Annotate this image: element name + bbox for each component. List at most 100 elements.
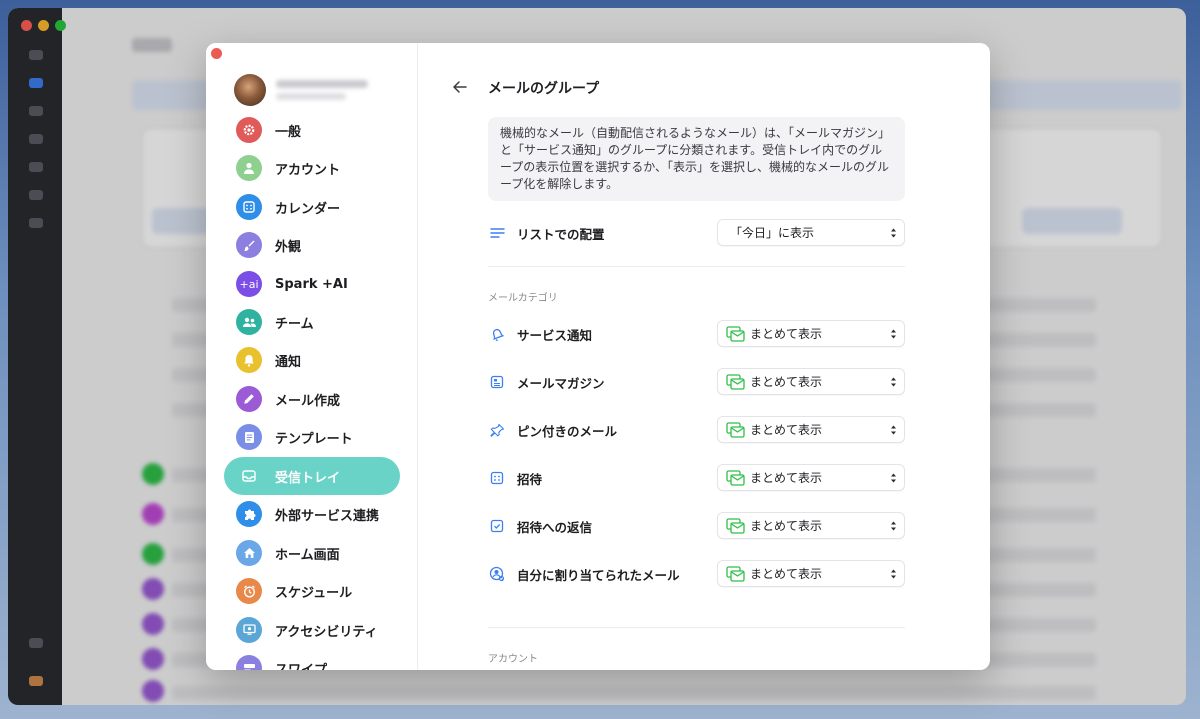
- puzzle-icon: [236, 501, 262, 527]
- row-label: サービス通知: [517, 327, 593, 343]
- select-value: まとめて表示: [750, 423, 823, 437]
- sidebar-item-swipe[interactable]: スワイプ: [224, 649, 400, 670]
- sidebar-item-compose[interactable]: メール作成: [224, 380, 400, 418]
- invitation-replies-select[interactable]: まとめて表示: [717, 512, 905, 539]
- sidebar-item-schedule[interactable]: スケジュール: [224, 572, 400, 610]
- assigned-icon: [488, 565, 506, 583]
- select-value: まとめて表示: [750, 327, 823, 341]
- grouped-mail-icon: [726, 565, 745, 582]
- sidebar-item-label: Spark +AI: [275, 276, 348, 292]
- chevron-updown-icon: [891, 425, 896, 435]
- bell-outline-icon: [488, 325, 506, 343]
- sidebar-item-integrations[interactable]: 外部サービス連携: [224, 495, 400, 533]
- sidebar-item-inbox[interactable]: 受信トレイ: [224, 457, 400, 495]
- select-value: まとめて表示: [750, 519, 823, 533]
- calendar-icon: [488, 469, 506, 487]
- sidebar-item-label: スケジュール: [275, 585, 353, 601]
- inbox-settings-panel: メールのグループ 機械的なメール（自動配信されるようなメール）は、「メールマガジ…: [418, 43, 990, 670]
- row-label: メールマガジン: [517, 375, 605, 391]
- inbox-icon: [236, 463, 262, 489]
- row-label: 自分に割り当てられたメール: [517, 567, 680, 583]
- newsletters-select[interactable]: まとめて表示: [717, 368, 905, 395]
- swipe-icon: [236, 655, 262, 670]
- sidebar-item-label: 通知: [275, 354, 302, 370]
- close-button[interactable]: [211, 48, 222, 59]
- avatar: [234, 74, 266, 106]
- sidebar-item-spark-ai[interactable]: +ai Spark +AI: [224, 265, 400, 303]
- category-row-invitations: 招待 まとめて表示: [488, 464, 905, 492]
- page-title: メールのグループ: [488, 81, 600, 97]
- settings-modal: 一般 アカウント カレンダー 外観 +ai Spark +AI チーム 通知 メ…: [206, 43, 990, 670]
- chevron-updown-icon: [891, 329, 896, 339]
- sidebar-item-calendar[interactable]: カレンダー: [224, 188, 400, 226]
- select-value: まとめて表示: [750, 471, 823, 485]
- ai-icon: +ai: [236, 271, 262, 297]
- grouped-mail-icon: [726, 373, 745, 390]
- pin-icon: [488, 421, 506, 439]
- list-placement-select[interactable]: 「今日」に表示: [717, 219, 905, 246]
- divider: [488, 627, 905, 628]
- select-value: まとめて表示: [750, 375, 823, 389]
- section-header-categories: メールカテゴリ: [488, 293, 558, 304]
- calendar-check-icon: [488, 517, 506, 535]
- home-icon: [236, 540, 262, 566]
- chevron-updown-icon: [891, 228, 896, 238]
- sidebar-item-label: カレンダー: [275, 201, 341, 217]
- category-row-assigned-to-me: 自分に割り当てられたメール まとめて表示: [488, 560, 905, 588]
- sidebar-item-general[interactable]: 一般: [224, 111, 400, 149]
- account-profile[interactable]: [234, 73, 404, 107]
- grouped-mail-icon: [726, 421, 745, 438]
- person-icon: [236, 155, 262, 181]
- section-header-account: アカウント: [488, 654, 538, 665]
- sidebar-item-home-screen[interactable]: ホーム画面: [224, 534, 400, 572]
- chevron-updown-icon: [891, 377, 896, 387]
- team-icon: [236, 309, 262, 335]
- newsletter-icon: [488, 373, 506, 391]
- profile-info-redacted: [276, 80, 368, 100]
- sidebar-item-appearance[interactable]: 外観: [224, 226, 400, 264]
- row-label: ピン付きのメール: [517, 423, 618, 439]
- service-notifications-select[interactable]: まとめて表示: [717, 320, 905, 347]
- row-label: 招待への返信: [517, 519, 593, 535]
- category-row-pinned: ピン付きのメール まとめて表示: [488, 416, 905, 444]
- category-row-invitation-replies: 招待への返信 まとめて表示: [488, 512, 905, 540]
- pinned-select[interactable]: まとめて表示: [717, 416, 905, 443]
- category-row-newsletters: メールマガジン まとめて表示: [488, 368, 905, 396]
- divider: [488, 266, 905, 267]
- description-box: 機械的なメール（自動配信されるようなメール）は、「メールマガジン」と「サービス通…: [488, 117, 905, 201]
- gear-icon: [236, 117, 262, 143]
- invitations-select[interactable]: まとめて表示: [717, 464, 905, 491]
- template-icon: [236, 424, 262, 450]
- pencil-icon: [236, 386, 262, 412]
- sidebar-item-label: 外観: [275, 239, 302, 255]
- sidebar-item-label: メール作成: [275, 393, 341, 409]
- list-placement-row: リストでの配置 「今日」に表示: [488, 219, 905, 247]
- sidebar-item-team[interactable]: チーム: [224, 303, 400, 341]
- brush-icon: [236, 232, 262, 258]
- assigned-to-me-select[interactable]: まとめて表示: [717, 560, 905, 587]
- select-value: まとめて表示: [750, 567, 823, 581]
- calendar-icon: [236, 194, 262, 220]
- row-label: 招待: [517, 471, 543, 487]
- sidebar-item-label: アクセシビリティ: [275, 624, 378, 640]
- grouped-mail-icon: [726, 517, 745, 534]
- sidebar-item-account[interactable]: アカウント: [224, 149, 400, 187]
- row-label: リストでの配置: [517, 226, 605, 242]
- sidebar-item-notifications[interactable]: 通知: [224, 341, 400, 379]
- settings-sidebar: 一般 アカウント カレンダー 外観 +ai Spark +AI チーム 通知 メ…: [206, 43, 418, 670]
- bell-icon: [236, 347, 262, 373]
- chevron-updown-icon: [891, 521, 896, 531]
- arrow-left-icon: [453, 81, 467, 93]
- list-lines-icon: [488, 224, 506, 242]
- sidebar-item-label: スワイプ: [275, 662, 328, 671]
- sidebar-item-accessibility[interactable]: アクセシビリティ: [224, 611, 400, 649]
- clock-icon: [236, 578, 262, 604]
- sidebar-item-label: 一般: [275, 124, 302, 140]
- chevron-updown-icon: [891, 569, 896, 579]
- back-button[interactable]: [450, 77, 470, 97]
- sidebar-item-label: アカウント: [275, 162, 341, 178]
- sidebar-item-label: 外部サービス連携: [275, 508, 380, 524]
- chevron-updown-icon: [891, 473, 896, 483]
- sidebar-item-label: 受信トレイ: [275, 470, 341, 486]
- sidebar-item-templates[interactable]: テンプレート: [224, 418, 400, 456]
